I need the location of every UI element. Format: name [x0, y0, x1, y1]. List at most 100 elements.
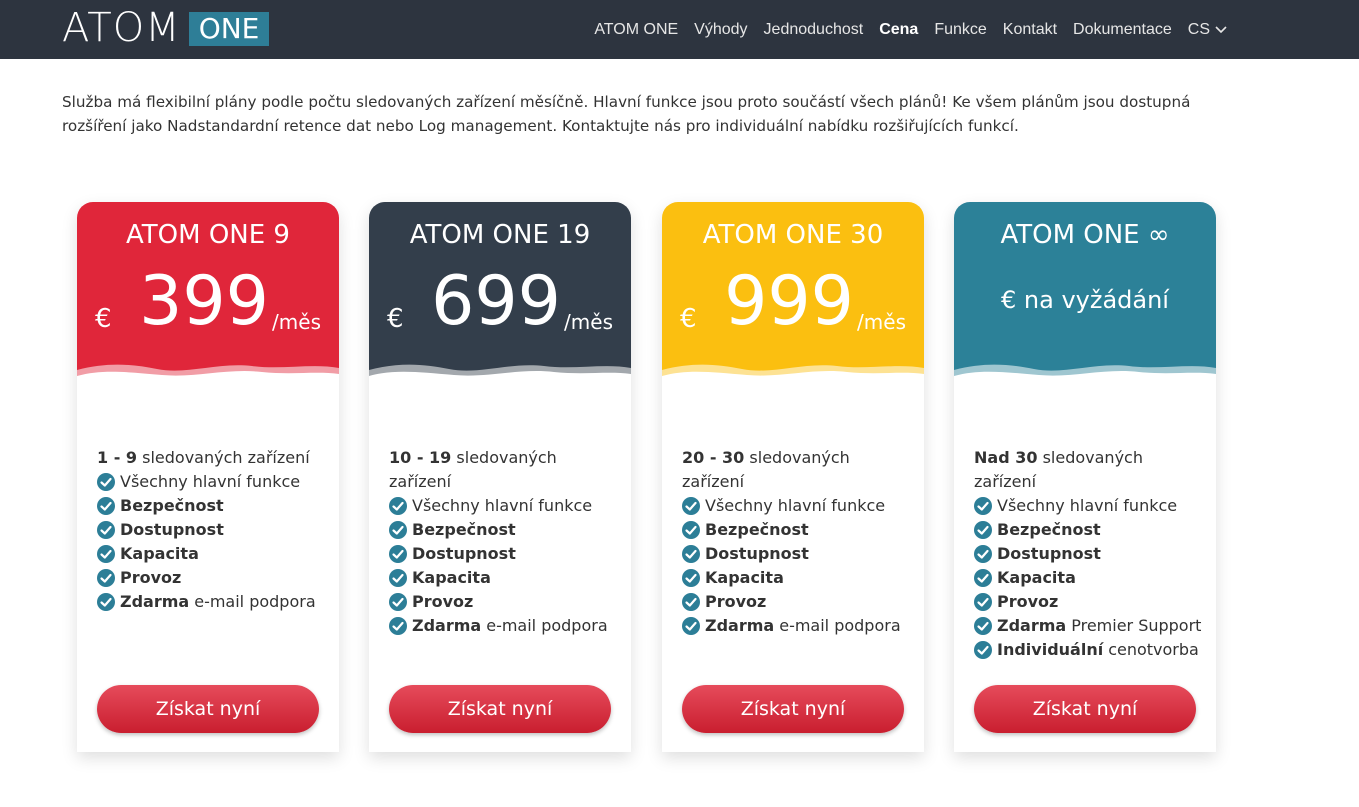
feature-bold: Provoz — [997, 592, 1059, 611]
feature-bold: Zdarma — [412, 616, 482, 635]
feature-item: Dostupnost — [974, 542, 1204, 566]
device-range-bold: 10 - 19 — [389, 448, 452, 467]
check-circle-icon — [97, 473, 115, 491]
feature-text: Všechny hlavní funkce — [412, 496, 593, 515]
check-circle-icon — [682, 593, 700, 611]
price: €399/měs — [77, 262, 339, 342]
feature-item: Zdarma Premier Support — [974, 614, 1204, 638]
card-header: ATOM ONE ∞ € na vyžádání — [954, 202, 1216, 382]
feature-list: 1 - 9 sledovaných zařízení Všechny hlavní… — [97, 446, 327, 614]
device-range: 1 - 9 sledovaných zařízení — [97, 446, 327, 470]
feature-text: e-mail podpora — [486, 616, 608, 635]
nav-item-vyhody[interactable]: Výhody — [694, 21, 747, 39]
check-circle-icon — [389, 593, 407, 611]
check-circle-icon — [682, 521, 700, 539]
check-circle-icon — [389, 617, 407, 635]
check-circle-icon — [974, 641, 992, 659]
nav-item-funkce[interactable]: Funkce — [934, 21, 986, 39]
feature-text: Premier Support — [1071, 616, 1202, 635]
device-range-text: sledovaných zařízení — [142, 448, 310, 467]
feature-text: e-mail podpora — [779, 616, 901, 635]
feature-item: Dostupnost — [389, 542, 619, 566]
device-range: Nad 30 sledovaných zařízení — [974, 446, 1204, 494]
feature-bold: Provoz — [412, 592, 474, 611]
feature-list: 10 - 19 sledovaných zařízení Všechny hlav… — [389, 446, 619, 638]
price-currency: € — [387, 304, 404, 334]
feature-bold: Kapacita — [412, 568, 491, 587]
check-circle-icon — [974, 617, 992, 635]
price-amount: 399 — [139, 262, 269, 341]
check-circle-icon — [389, 497, 407, 515]
feature-bold: Kapacita — [120, 544, 199, 563]
atom-one-logo[interactable]: ATOM ONE — [62, 5, 270, 51]
card-header: ATOM ONE 19 €699/měs — [369, 202, 631, 382]
check-circle-icon — [389, 569, 407, 587]
price-period: /měs — [564, 310, 613, 334]
check-circle-icon — [974, 569, 992, 587]
get-now-button[interactable]: Získat nyní — [389, 685, 611, 733]
feature-item: Bezpečnost — [682, 518, 912, 542]
pricing-card: ATOM ONE 9 €399/měs 1 - 9 sledovaných zaří… — [77, 202, 339, 752]
feature-text: e-mail podpora — [194, 592, 316, 611]
feature-list: Nad 30 sledovaných zařízení Všechny hlavn… — [974, 446, 1204, 662]
feature-bold: Bezpečnost — [412, 520, 516, 539]
feature-bold: Bezpečnost — [120, 496, 224, 515]
device-range-bold: 20 - 30 — [682, 448, 745, 467]
check-circle-icon — [974, 545, 992, 563]
feature-bold: Provoz — [120, 568, 182, 587]
get-now-button[interactable]: Získat nyní — [682, 685, 904, 733]
nav-item-kontakt[interactable]: Kontakt — [1003, 21, 1057, 39]
nav-item-cena[interactable]: Cena — [879, 21, 918, 39]
feature-bold: Bezpečnost — [997, 520, 1101, 539]
feature-item: Bezpečnost — [97, 494, 327, 518]
feature-bold: Dostupnost — [705, 544, 809, 563]
check-circle-icon — [97, 545, 115, 563]
feature-bold: Provoz — [705, 592, 767, 611]
price: €699/měs — [369, 262, 631, 342]
check-circle-icon — [97, 569, 115, 587]
check-circle-icon — [97, 497, 115, 515]
feature-bold: Bezpečnost — [705, 520, 809, 539]
plan-name: ATOM ONE 30 — [702, 220, 884, 250]
device-range: 10 - 19 sledovaných zařízení — [389, 446, 619, 494]
get-now-button[interactable]: Získat nyní — [974, 685, 1196, 733]
wave-decoration — [369, 364, 631, 382]
feature-bold: Kapacita — [997, 568, 1076, 587]
chevron-down-icon — [1215, 25, 1227, 33]
card-header: ATOM ONE 9 €399/měs — [77, 202, 339, 382]
get-now-button[interactable]: Získat nyní — [97, 685, 319, 733]
feature-item: Zdarma e-mail podpora — [97, 590, 327, 614]
check-circle-icon — [682, 617, 700, 635]
nav-item-atom-one[interactable]: ATOM ONE — [594, 21, 678, 39]
device-range: 20 - 30 sledovaných zařízení — [682, 446, 912, 494]
plan-name: ATOM ONE ∞ — [1000, 220, 1170, 250]
feature-item: Zdarma e-mail podpora — [682, 614, 912, 638]
pricing-card: ATOM ONE 19 €699/měs 10 - 19 sledovaných z… — [369, 202, 631, 752]
feature-item: Všechny hlavní funkce — [97, 470, 327, 494]
main-nav: ATOM ONE Výhody Jednoduchost Cena Funkce… — [578, 0, 1227, 59]
device-range-bold: Nad 30 — [974, 448, 1038, 467]
nav-item-jednoduchost[interactable]: Jednoduchost — [764, 21, 864, 39]
price-currency: € — [95, 304, 112, 334]
nav-item-dokumentace[interactable]: Dokumentace — [1073, 21, 1172, 39]
check-circle-icon — [97, 521, 115, 539]
logo-atom-text: ATOM — [62, 5, 181, 51]
wave-decoration — [954, 364, 1216, 382]
language-dropdown[interactable]: CS — [1188, 21, 1227, 39]
check-circle-icon — [682, 569, 700, 587]
feature-item: Provoz — [97, 566, 327, 590]
wave-decoration — [662, 364, 924, 382]
feature-bold: Zdarma — [997, 616, 1067, 635]
feature-item: Provoz — [682, 590, 912, 614]
feature-bold: Individuální — [997, 640, 1104, 659]
language-label: CS — [1187, 20, 1210, 38]
check-circle-icon — [974, 593, 992, 611]
logo-one-badge: ONE — [188, 12, 270, 46]
feature-item: Kapacita — [389, 566, 619, 590]
feature-bold: Dostupnost — [120, 520, 224, 539]
feature-item: Bezpečnost — [389, 518, 619, 542]
price-amount: 999 — [724, 262, 854, 341]
check-circle-icon — [682, 545, 700, 563]
price-currency: € — [680, 304, 697, 334]
price-period: /měs — [272, 310, 321, 334]
